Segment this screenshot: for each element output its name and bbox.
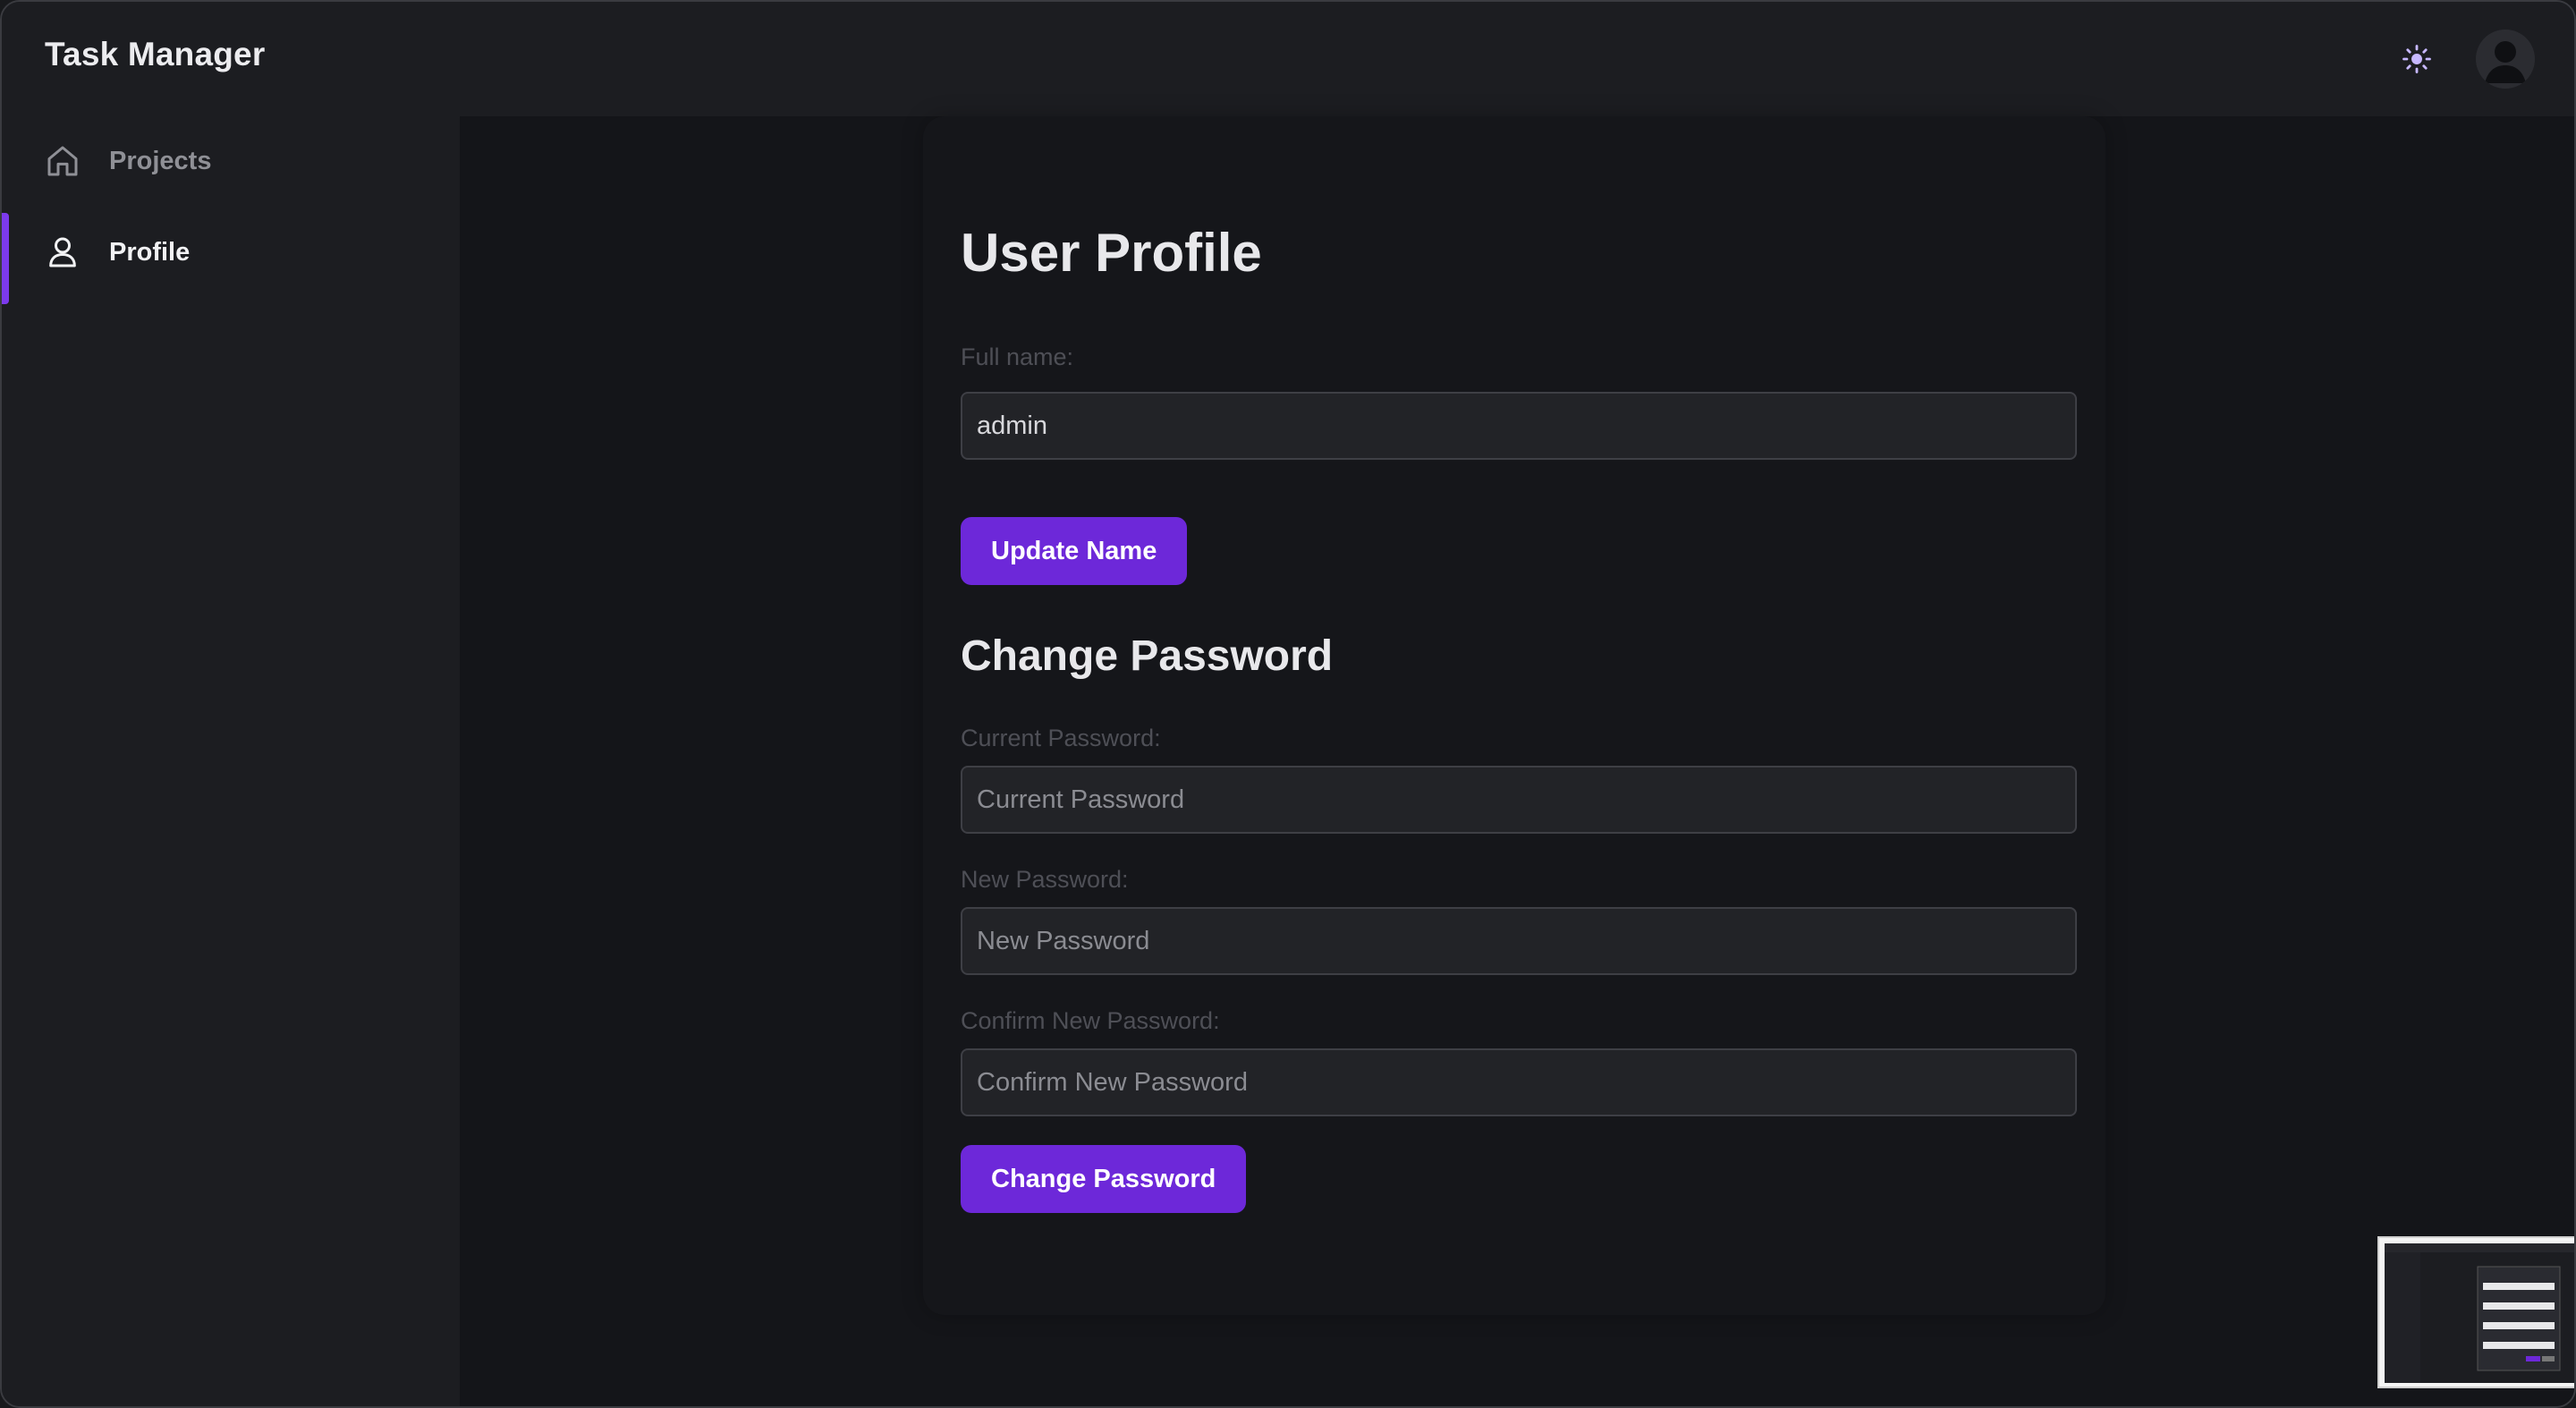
profile-card bbox=[923, 116, 2106, 1315]
app-window: Task Manager Projects Profile User Profi… bbox=[0, 0, 2576, 1408]
sidebar-item-label: Profile bbox=[109, 237, 191, 267]
confirm-password-input[interactable] bbox=[961, 1048, 2077, 1116]
new-password-input[interactable] bbox=[961, 907, 2077, 975]
full-name-label: Full name: bbox=[961, 344, 1074, 370]
sidebar-item-label: Projects bbox=[109, 146, 212, 175]
user-icon bbox=[49, 237, 76, 267]
sun-icon bbox=[2402, 45, 2431, 73]
app-title: Task Manager bbox=[45, 36, 266, 72]
confirm-password-label: Confirm New Password: bbox=[961, 1007, 1220, 1034]
top-header: Task Manager bbox=[2, 2, 2574, 116]
page-title: User Profile bbox=[961, 223, 1262, 283]
update-name-button[interactable]: Update Name bbox=[961, 517, 1188, 585]
home-icon bbox=[47, 146, 78, 176]
thumbnail-image bbox=[2385, 1243, 2574, 1383]
screenshot-thumbnail[interactable] bbox=[2377, 1236, 2574, 1388]
change-password-button[interactable]: Change Password bbox=[961, 1145, 1247, 1213]
current-password-label: Current Password: bbox=[961, 725, 1161, 751]
sidebar bbox=[2, 116, 460, 1406]
full-name-input[interactable] bbox=[961, 392, 2077, 460]
theme-toggle-button[interactable] bbox=[2395, 38, 2438, 81]
sidebar-item-projects[interactable]: Projects bbox=[2, 116, 460, 206]
main-content bbox=[460, 116, 2574, 1406]
thumbnail-preview bbox=[2385, 1243, 2574, 1383]
current-password-input[interactable] bbox=[961, 766, 2077, 834]
sidebar-item-profile[interactable]: Profile bbox=[2, 208, 460, 297]
user-avatar-icon bbox=[2476, 30, 2535, 89]
user-avatar[interactable] bbox=[2476, 30, 2535, 89]
new-password-label: New Password: bbox=[961, 866, 1129, 893]
change-password-heading: Change Password bbox=[961, 632, 1334, 680]
